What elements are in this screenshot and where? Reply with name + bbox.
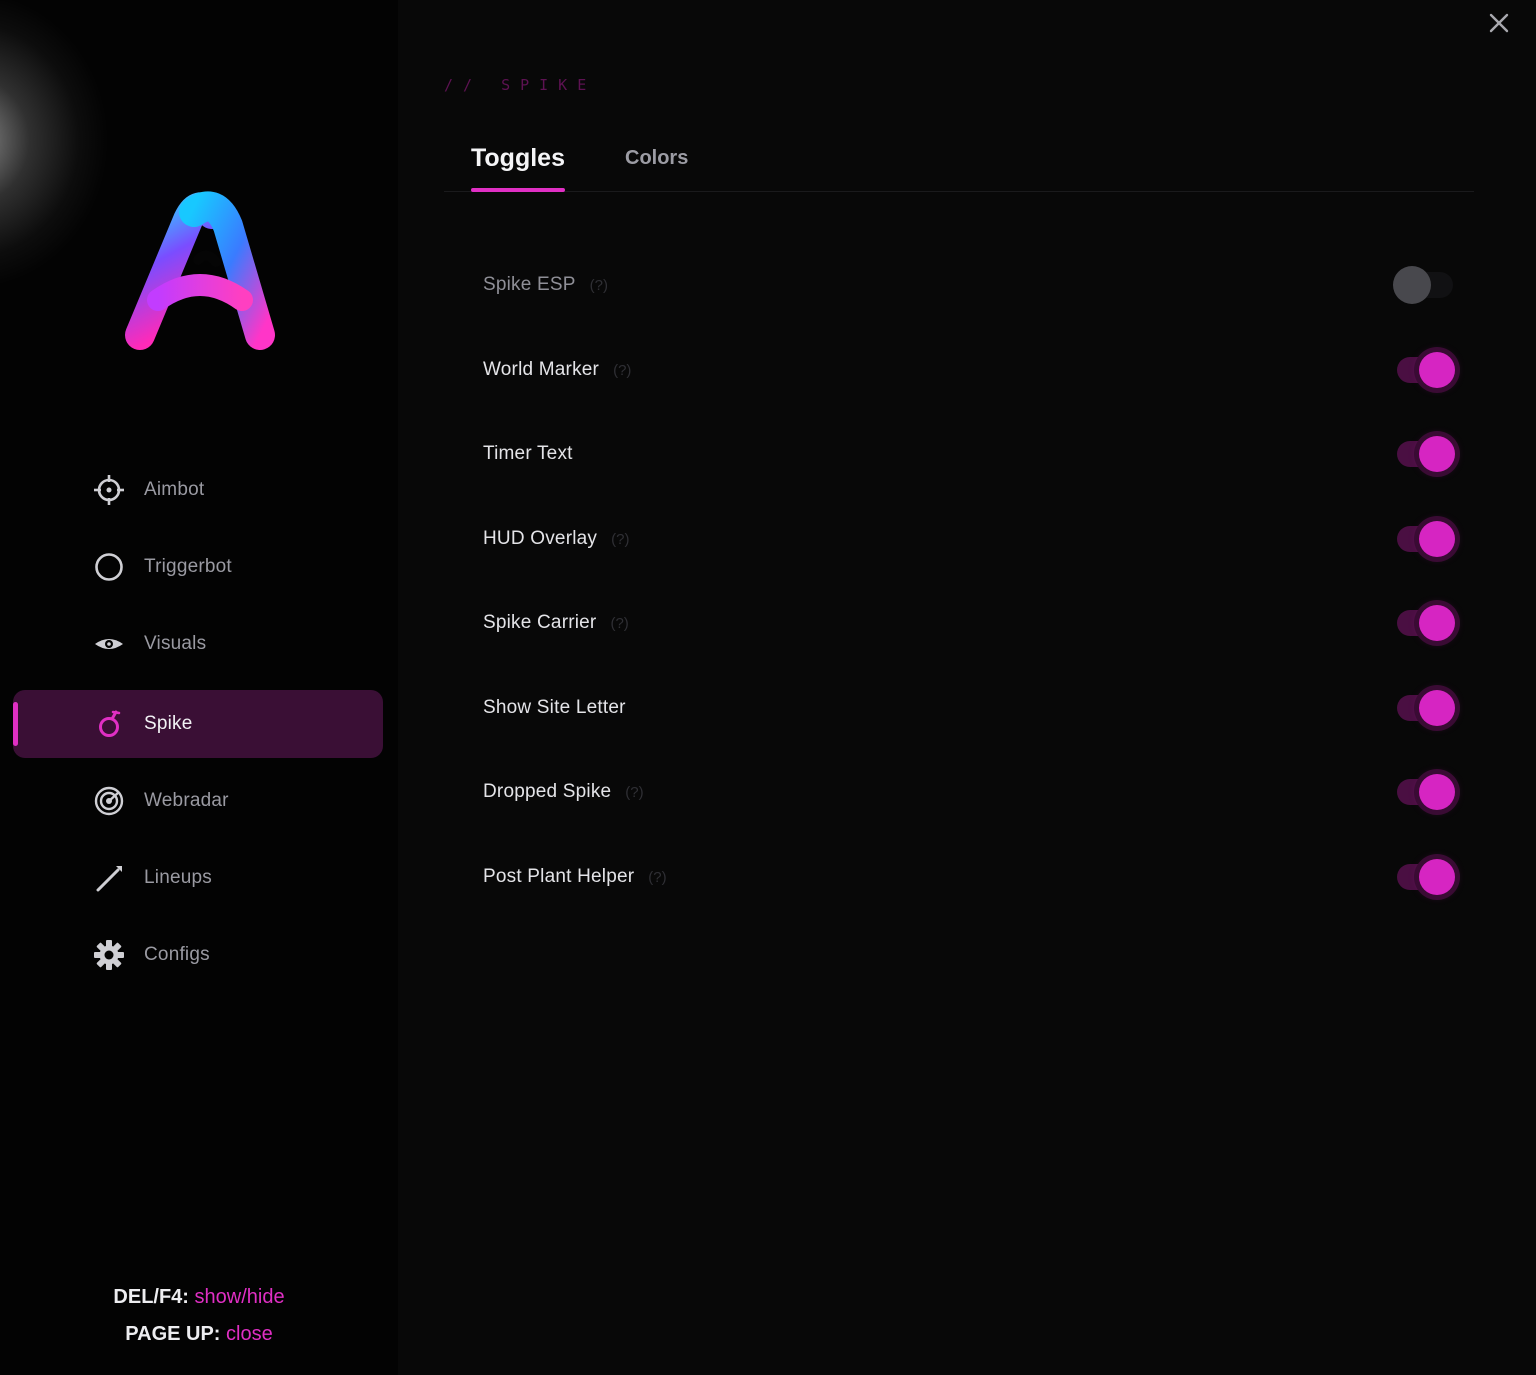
- close-button[interactable]: [1484, 8, 1514, 38]
- hotkey-action: show/hide: [194, 1286, 285, 1308]
- gear-icon: [93, 939, 125, 971]
- option-label: Spike Carrier: [483, 612, 597, 633]
- option-hud-overlay: HUD Overlay (?): [483, 509, 1463, 569]
- sidebar-item-label: Configs: [144, 944, 210, 965]
- toggle-switch[interactable]: [1397, 859, 1463, 895]
- help-tooltip-trigger[interactable]: (?): [613, 362, 631, 379]
- crosshair-icon: [93, 474, 125, 506]
- option-world-marker: World Marker (?): [483, 340, 1463, 400]
- sidebar-item-label: Triggerbot: [144, 556, 232, 577]
- sidebar-item-visuals[interactable]: Visuals: [13, 610, 383, 678]
- toggle-switch[interactable]: [1397, 436, 1463, 472]
- option-timer-text: Timer Text: [483, 424, 1463, 484]
- sidebar-item-label: Spike: [144, 713, 193, 734]
- close-icon: [1489, 13, 1509, 33]
- option-label: Spike ESP: [483, 274, 576, 295]
- radar-icon: [93, 785, 125, 817]
- hotkey-row: PAGE UP: close: [0, 1317, 398, 1354]
- option-show-site-letter: Show Site Letter: [483, 678, 1463, 738]
- sidebar-item-label: Lineups: [144, 867, 212, 888]
- sidebar-item-triggerbot[interactable]: Triggerbot: [13, 533, 383, 601]
- tab-label: Colors: [625, 147, 689, 169]
- toggle-switch[interactable]: [1397, 605, 1463, 641]
- sidebar-item-label: Visuals: [144, 633, 207, 654]
- tab-bar: Toggles Colors: [444, 135, 1474, 192]
- help-tooltip-trigger[interactable]: (?): [611, 531, 629, 548]
- toggle-switch[interactable]: [1397, 521, 1463, 557]
- app-logo: [125, 191, 275, 350]
- toggle-switch[interactable]: [1397, 352, 1463, 388]
- option-label: HUD Overlay: [483, 528, 598, 549]
- option-dropped-spike: Dropped Spike (?): [483, 762, 1463, 822]
- sidebar: Aimbot Triggerbot Visuals Spike Webradar: [0, 0, 398, 1375]
- sidebar-item-webradar[interactable]: Webradar: [13, 767, 383, 835]
- tab-toggles[interactable]: Toggles: [471, 135, 565, 192]
- tab-colors[interactable]: Colors: [625, 135, 688, 191]
- sidebar-item-configs[interactable]: Configs: [13, 921, 383, 989]
- option-spike-esp: Spike ESP (?): [483, 255, 1463, 315]
- help-tooltip-trigger[interactable]: (?): [625, 784, 643, 801]
- option-post-plant-helper: Post Plant Helper (?): [483, 847, 1463, 907]
- hotkey-key: PAGE UP:: [125, 1323, 221, 1345]
- help-tooltip-trigger[interactable]: (?): [610, 615, 628, 632]
- option-label: Post Plant Helper: [483, 866, 635, 887]
- section-breadcrumb: // SPIKE: [444, 76, 597, 94]
- option-label: World Marker: [483, 359, 600, 380]
- option-label: Timer Text: [483, 443, 573, 464]
- tab-label: Toggles: [471, 144, 565, 172]
- hotkey-hints: DEL/F4: show/hide PAGE UP: close: [0, 1280, 398, 1354]
- hotkey-action: close: [226, 1323, 273, 1345]
- sidebar-item-spike[interactable]: Spike: [13, 690, 383, 758]
- main-panel: // SPIKE Toggles Colors Spike ESP (?) Wo…: [398, 0, 1536, 1375]
- toggle-switch[interactable]: [1397, 690, 1463, 726]
- option-spike-carrier: Spike Carrier (?): [483, 593, 1463, 653]
- hotkey-row: DEL/F4: show/hide: [0, 1280, 398, 1317]
- help-tooltip-trigger[interactable]: (?): [648, 869, 666, 886]
- spike-bomb-icon: [93, 708, 125, 740]
- sidebar-item-label: Aimbot: [144, 479, 205, 500]
- pencil-line-icon: [93, 862, 125, 894]
- sidebar-item-lineups[interactable]: Lineups: [13, 844, 383, 912]
- hotkey-key: DEL/F4:: [113, 1286, 189, 1308]
- option-label: Dropped Spike: [483, 781, 612, 802]
- corner-glow: [0, 0, 110, 290]
- sidebar-item-aimbot[interactable]: Aimbot: [13, 456, 383, 524]
- option-label: Show Site Letter: [483, 697, 626, 718]
- circle-icon: [93, 551, 125, 583]
- help-tooltip-trigger[interactable]: (?): [590, 277, 608, 294]
- toggle-switch[interactable]: [1397, 774, 1463, 810]
- sidebar-item-label: Webradar: [144, 790, 229, 811]
- toggle-switch[interactable]: [1393, 266, 1463, 304]
- eye-icon: [93, 628, 125, 660]
